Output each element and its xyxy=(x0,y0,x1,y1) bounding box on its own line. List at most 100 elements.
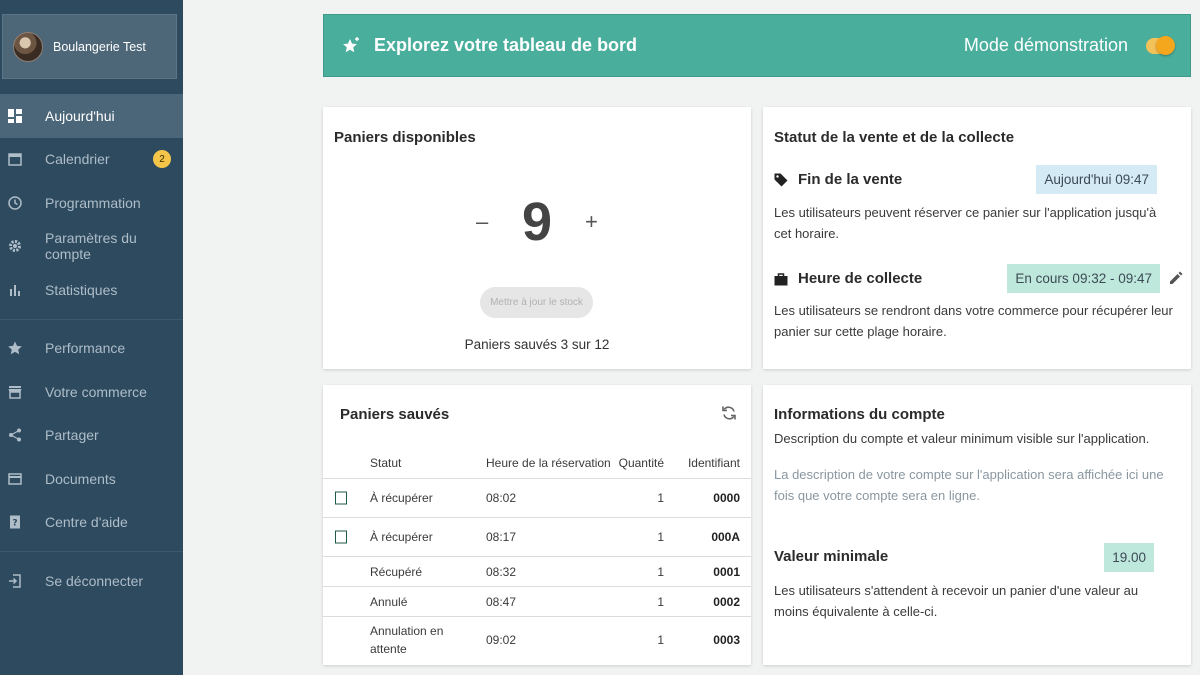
row-id: 000A xyxy=(711,530,740,544)
row-time: 08:32 xyxy=(486,564,517,579)
sale-status-title: Statut de la vente et de la collecte xyxy=(774,129,1015,146)
logout-icon xyxy=(8,574,22,588)
sidebar-item-logout[interactable]: Se déconnecter xyxy=(0,559,183,603)
min-value-badge: 19.00 xyxy=(1104,543,1154,572)
sale-end-label: Fin de la vente xyxy=(798,171,903,188)
pickup-time-description: Les utilisateurs se rendront dans votre … xyxy=(774,303,1173,339)
avatar xyxy=(13,31,43,62)
help-icon: ? xyxy=(8,515,22,529)
pickup-time-label: Heure de collecte xyxy=(798,270,923,287)
pickup-checkbox[interactable] xyxy=(335,491,347,505)
sale-end-description: Les utilisateurs peuvent réserver ce pan… xyxy=(774,205,1157,241)
sale-end-heading: Fin de la vente xyxy=(774,171,902,188)
notification-badge: 2 xyxy=(153,150,171,169)
row-quantity: 1 xyxy=(657,564,664,579)
table-header: Statut Heure de la réservation Quantité … xyxy=(323,447,751,479)
share-icon xyxy=(8,428,22,442)
tag-icon xyxy=(774,173,788,187)
update-stock-button[interactable]: Mettre à jour le stock xyxy=(480,287,593,318)
row-id: 0002 xyxy=(713,594,740,609)
pickup-time-heading: Heure de collecte xyxy=(774,270,922,287)
pickup-checkbox[interactable] xyxy=(335,530,347,544)
row-status: À récupérer xyxy=(370,491,433,505)
row-time: 08:17 xyxy=(486,530,517,544)
sidebar-item-label: Centre d'aide xyxy=(45,514,128,531)
table-row: À récupérer 08:17 1 000A xyxy=(323,518,751,557)
column-header-time: Heure de la réservation xyxy=(486,455,611,470)
row-quantity: 1 xyxy=(657,491,664,505)
refresh-icon[interactable] xyxy=(721,405,737,421)
sidebar-item-label: Paramètres du compte xyxy=(45,230,137,263)
row-id: 0003 xyxy=(713,633,740,647)
sidebar-item-documents[interactable]: Documents xyxy=(0,457,183,501)
sidebar-item-help-center[interactable]: ? Centre d'aide xyxy=(0,501,183,545)
table-row: Annulé 08:47 1 0002 xyxy=(323,587,751,617)
sidebar-item-label: Programmation xyxy=(45,194,141,211)
demo-banner: Explorez votre tableau de bord Mode démo… xyxy=(323,14,1191,77)
svg-text:?: ? xyxy=(12,519,17,529)
sidebar-item-label: Statistiques xyxy=(45,281,118,298)
sidebar-item-label: Documents xyxy=(45,470,116,487)
sidebar-item-label: Partager xyxy=(45,427,99,444)
row-status: À récupérer xyxy=(370,530,433,544)
store-icon xyxy=(8,385,22,399)
sidebar-item-your-store[interactable]: Votre commerce xyxy=(0,370,183,414)
sidebar-item-label: Se déconnecter xyxy=(45,572,144,589)
account-info-title: Informations du compte xyxy=(774,406,945,423)
table-row: Annulation en attente 09:02 1 0003 xyxy=(323,617,751,663)
sidebar-item-calendar[interactable]: Calendrier 2 xyxy=(0,138,183,182)
min-value-description: Les utilisateurs s'attendent à recevoir … xyxy=(774,583,1139,619)
row-quantity: 1 xyxy=(657,530,664,544)
available-baskets-title: Paniers disponibles xyxy=(334,129,476,146)
row-status: Récupéré xyxy=(370,564,423,579)
saved-baskets-summary: Paniers sauvés 3 sur 12 xyxy=(464,337,610,352)
column-header-id: Identifiant xyxy=(687,455,740,470)
basket-count: 9 xyxy=(521,192,553,252)
sidebar: Boulangerie Test Aujourd'hui Calendrier … xyxy=(0,0,183,675)
row-id: 0000 xyxy=(713,491,740,505)
saved-baskets-card: Paniers sauvés Statut Heure de la réserv… xyxy=(323,385,751,665)
sidebar-divider xyxy=(0,318,183,320)
row-status: Annulé xyxy=(370,594,408,609)
bag-icon xyxy=(774,272,788,286)
profile-name: Boulangerie Test xyxy=(53,39,146,54)
sale-end-value: Aujourd'hui 09:47 xyxy=(1036,165,1157,194)
min-value-label: Valeur minimale xyxy=(774,548,889,565)
sidebar-item-label: Votre commerce xyxy=(45,383,147,400)
sidebar-nav: Aujourd'hui Calendrier 2 Programmation P… xyxy=(0,94,183,603)
min-value-heading: Valeur minimale xyxy=(774,548,888,565)
row-id: 0001 xyxy=(713,564,740,579)
table-row: Récupéré 08:32 1 0001 xyxy=(323,557,751,587)
sidebar-item-scheduling[interactable]: Programmation xyxy=(0,181,183,225)
account-info-subtitle: Description du compte et valeur minimum … xyxy=(774,431,1150,446)
profile-card[interactable]: Boulangerie Test xyxy=(2,14,177,79)
sidebar-item-today[interactable]: Aujourd'hui xyxy=(0,94,183,138)
banner-title: Explorez votre tableau de bord xyxy=(374,35,638,55)
row-quantity: 1 xyxy=(657,594,664,609)
edit-pencil-icon[interactable] xyxy=(1169,271,1183,285)
calendar-icon xyxy=(8,152,22,166)
saved-baskets-table: Statut Heure de la réservation Quantité … xyxy=(323,447,751,663)
account-description-placeholder: La description de votre compte sur l'app… xyxy=(774,467,1164,503)
row-time: 08:47 xyxy=(486,594,517,609)
sidebar-item-label: Calendrier xyxy=(45,151,110,168)
column-header-quantity: Quantité xyxy=(618,455,664,470)
row-quantity: 1 xyxy=(657,633,664,647)
account-info-card: Informations du compte Description du co… xyxy=(763,385,1191,665)
increment-button[interactable]: + xyxy=(585,209,598,235)
row-time: 09:02 xyxy=(486,633,517,647)
sidebar-item-share[interactable]: Partager xyxy=(0,414,183,458)
gear-icon xyxy=(8,239,22,253)
sidebar-divider xyxy=(0,551,183,552)
sidebar-item-statistics[interactable]: Statistiques xyxy=(0,268,183,312)
column-header-status: Statut xyxy=(370,455,402,470)
row-time: 08:02 xyxy=(486,491,517,505)
dashboard-icon xyxy=(8,108,22,123)
sidebar-item-performance[interactable]: Performance xyxy=(0,327,183,371)
available-baskets-card: Paniers disponibles – 9 + Mettre à jour … xyxy=(323,107,751,369)
star-icon xyxy=(8,341,22,355)
demo-mode-toggle[interactable] xyxy=(1146,35,1175,55)
sidebar-item-account-settings[interactable]: Paramètres du compte xyxy=(0,225,183,269)
document-icon xyxy=(8,472,22,486)
demo-mode-label: Mode démonstration xyxy=(963,35,1128,55)
